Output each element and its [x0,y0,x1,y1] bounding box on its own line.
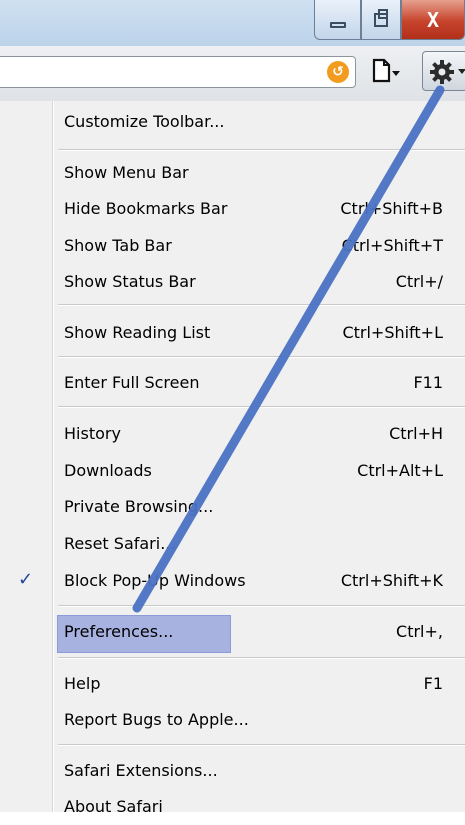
menu-item-label: Show Status Bar [64,272,196,291]
chevron-down-icon [458,69,465,74]
menu-item-show-status-bar[interactable]: Show Status Bar Ctrl+/ [0,264,465,300]
menu-item-label: Reset Safari... [64,534,176,553]
settings-menu: Customize Toolbar... Show Menu Bar Hide … [0,101,465,816]
menu-item-enter-full-screen[interactable]: Enter Full Screen F11 [0,365,465,401]
menu-item-label: Help [64,674,101,693]
menu-item-label: Customize Toolbar... [64,112,225,131]
gear-icon [430,60,454,84]
menu-item-show-menu-bar[interactable]: Show Menu Bar [0,155,465,191]
menu-item-downloads[interactable]: Downloads Ctrl+Alt+L [0,453,465,489]
address-bar[interactable]: ↺ [0,56,356,88]
menu-item-label: History [64,424,121,443]
menu-separator [58,605,465,607]
close-button[interactable]: X [401,0,465,40]
menu-item-block-popup-windows[interactable]: ✓ Block Pop-Up Windows Ctrl+Shift+K [0,563,465,599]
checkmark-icon: ✓ [18,569,34,590]
menu-item-shortcut: Ctrl+Shift+B [340,199,443,218]
menu-item-label: About Safari [64,797,163,816]
menu-item-shortcut: Ctrl+Shift+K [340,571,443,590]
page-menu-icon[interactable] [372,57,400,87]
browser-toolbar: ↺ [0,46,465,102]
menu-item-shortcut: Ctrl+H [389,424,443,443]
menu-separator [58,744,465,746]
menu-item-label: Show Reading List [64,323,211,342]
menu-item-hide-bookmarks-bar[interactable]: Hide Bookmarks Bar Ctrl+Shift+B [0,191,465,227]
settings-button[interactable] [422,51,465,91]
menu-item-shortcut: Ctrl+Shift+L [342,323,443,342]
menu-item-shortcut: Ctrl+, [396,622,443,641]
menu-separator [58,657,465,659]
menu-item-show-tab-bar[interactable]: Show Tab Bar Ctrl+Shift+T [0,228,465,264]
menu-item-shortcut: Ctrl+Shift+T [341,236,443,255]
menu-item-shortcut: Ctrl+Alt+L [357,461,443,480]
window-title-bar: X [0,0,465,46]
menu-item-help[interactable]: Help F1 [0,666,465,702]
menu-item-label: Report Bugs to Apple... [64,710,249,729]
menu-item-label: Enter Full Screen [64,373,200,392]
menu-separator [58,406,465,408]
menu-item-label: Block Pop-Up Windows [64,571,246,590]
maximize-button[interactable] [361,0,401,40]
menu-item-shortcut: Ctrl+/ [395,272,443,291]
reload-icon[interactable]: ↺ [327,61,349,83]
menu-item-private-browsing[interactable]: Private Browsing... [0,489,465,525]
minimize-button[interactable] [314,0,361,40]
menu-separator [58,304,465,306]
menu-item-about-safari[interactable]: About Safari [0,789,465,825]
menu-separator [58,356,465,358]
menu-item-label: Show Tab Bar [64,236,172,255]
menu-item-safari-extensions[interactable]: Safari Extensions... [0,753,465,789]
menu-item-history[interactable]: History Ctrl+H [0,416,465,452]
menu-item-shortcut: F1 [423,674,443,693]
menu-item-label: Safari Extensions... [64,761,218,780]
menu-item-report-bugs[interactable]: Report Bugs to Apple... [0,702,465,738]
menu-item-shortcut: F11 [413,373,443,392]
menu-item-label: Hide Bookmarks Bar [64,199,228,218]
menu-separator [58,149,465,151]
reload-glyph: ↺ [332,64,344,80]
menu-item-preferences[interactable]: Preferences... Ctrl+, [0,614,465,653]
menu-item-label: Show Menu Bar [64,163,189,182]
menu-item-show-reading-list[interactable]: Show Reading List Ctrl+Shift+L [0,315,465,351]
menu-item-label: Downloads [64,461,152,480]
menu-item-label: Private Browsing... [64,497,214,516]
menu-item-label: Preferences... [64,622,174,641]
menu-item-reset-safari[interactable]: Reset Safari... [0,526,465,562]
maximize-icon [374,8,388,27]
menu-item-customize-toolbar[interactable]: Customize Toolbar... [0,104,465,140]
minimize-icon [329,21,346,28]
close-icon: X [426,7,440,32]
